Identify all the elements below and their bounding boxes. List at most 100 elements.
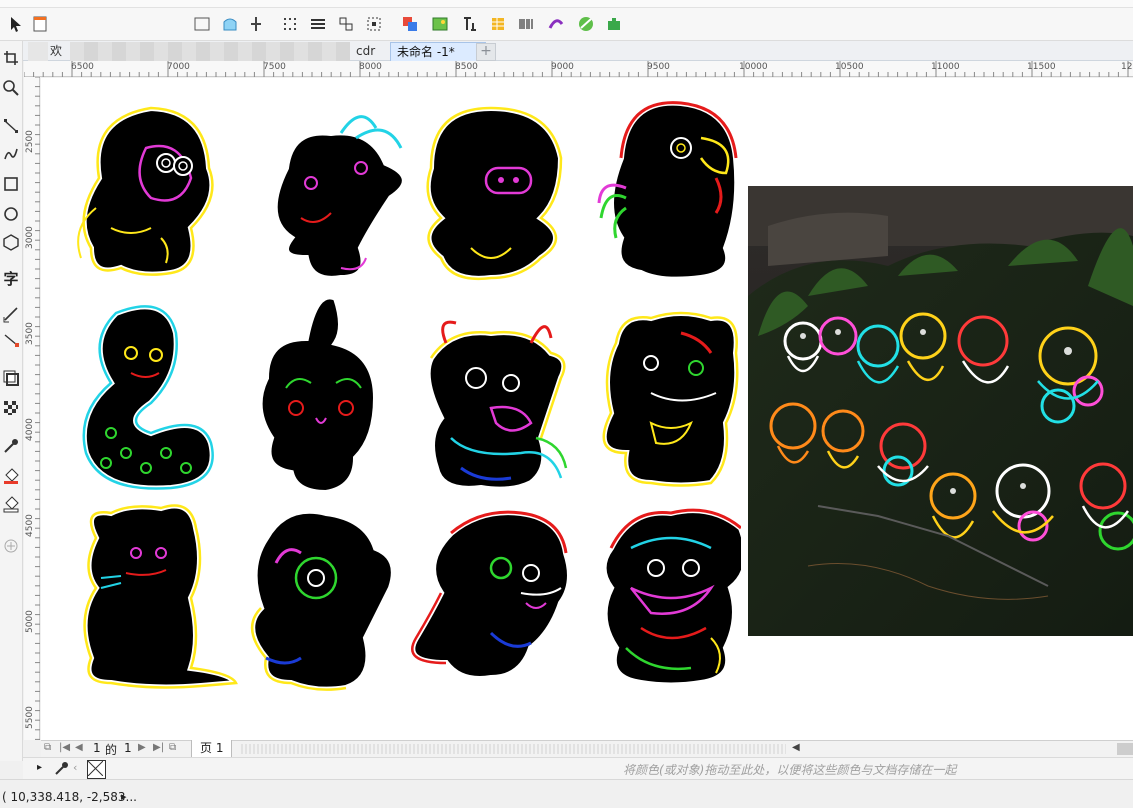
connector-icon[interactable] <box>544 12 568 36</box>
neon-zodiac-wall-photo[interactable] <box>748 186 1133 636</box>
ruler-label: 9000 <box>551 62 574 72</box>
page-tab[interactable]: 页 1 <box>191 740 233 758</box>
title-strip <box>0 0 1133 8</box>
connector-tool-icon[interactable] <box>0 329 22 351</box>
arrange-icon[interactable] <box>398 12 422 36</box>
crop-tool-icon[interactable] <box>0 47 22 69</box>
add-tab-button[interactable]: + <box>476 43 496 61</box>
page-navigator: ⧉ |◀ ◀ 1 的 1 ▶ ▶| ⧉ 页 1 <box>41 740 793 758</box>
align-lines-icon[interactable] <box>306 12 330 36</box>
ruler-label: 3500 <box>25 322 35 345</box>
scroll-thumb[interactable] <box>1117 743 1133 755</box>
tab-document-2[interactable]: cdr <box>350 42 381 61</box>
snap-grid-icon[interactable] <box>278 12 302 36</box>
document-tab-bar: 欢 cdr 未命名 -1* + <box>0 41 1133 62</box>
tab-untitled-1[interactable]: 未命名 -1* <box>390 42 486 62</box>
ruler-label: 8500 <box>455 62 478 72</box>
palette-expand-icon[interactable]: ▸ <box>37 762 42 773</box>
ox-figure[interactable] <box>424 320 568 493</box>
last-page-icon[interactable]: ▶| <box>153 742 164 753</box>
ruler-label: 3000 <box>25 226 35 249</box>
document-palette: ▸ ‹ 将颜色(或对象)拖动至此处，以便将这些颜色与文档存储在一起 <box>23 757 1133 779</box>
drawing-canvas[interactable] <box>41 78 1133 740</box>
barcode-icon[interactable] <box>514 12 538 36</box>
snake-figure[interactable] <box>80 303 216 492</box>
ruler-label: 8000 <box>359 62 382 72</box>
scroll-left-icon[interactable]: ◀ <box>792 742 800 753</box>
prev-page-icon[interactable]: ◀ <box>75 742 83 753</box>
import-icon[interactable] <box>190 12 214 36</box>
rabbit-figure[interactable] <box>256 293 380 497</box>
palette-hint: 将颜色(或对象)拖动至此处，以便将这些颜色与文档存储在一起 <box>623 763 957 777</box>
plugin-icon[interactable] <box>602 12 626 36</box>
dragon-figure[interactable] <box>600 507 742 689</box>
pick-tool-icon[interactable] <box>4 12 28 36</box>
ruler-label: 7000 <box>167 62 190 72</box>
monkey-figure[interactable] <box>77 104 216 278</box>
blurred-tab-area <box>70 42 350 61</box>
palette-scroll-left-icon[interactable]: ‹ <box>73 761 77 774</box>
tab-document-1[interactable]: 欢 <box>44 42 68 61</box>
ruler-ticks <box>35 77 40 740</box>
table-icon[interactable] <box>486 12 510 36</box>
rectangle-tool-icon[interactable] <box>0 173 22 195</box>
zodiac-artwork[interactable] <box>41 78 741 698</box>
eyedropper-tool-icon[interactable] <box>0 435 22 457</box>
rat-figure[interactable] <box>81 502 241 691</box>
ruler-label: 6500 <box>71 62 94 72</box>
cursor-coordinates: ( 10,338.418, -2,583... <box>2 790 137 804</box>
ruler-label: 11000 <box>931 62 960 72</box>
next-page-icon[interactable]: ▶ <box>138 742 146 753</box>
text-tool-icon[interactable]: 字 <box>0 267 22 289</box>
first-page-icon[interactable]: |◀ <box>59 742 70 753</box>
goat-figure[interactable] <box>271 115 408 282</box>
polygon-tool-icon[interactable] <box>0 231 22 253</box>
transform-icon[interactable] <box>362 12 386 36</box>
smart-fill-icon[interactable] <box>0 493 22 515</box>
ruler-label: 5000 <box>25 610 35 633</box>
new-document-icon[interactable] <box>28 12 52 36</box>
status-expand-icon[interactable]: ▸ <box>121 790 127 803</box>
export-icon[interactable] <box>218 12 242 36</box>
ruler-label: 4000 <box>25 418 35 441</box>
rooster-figure[interactable] <box>597 99 741 283</box>
horizontal-scrollbar[interactable]: ◀ <box>790 740 1133 757</box>
text-align-icon[interactable] <box>458 12 482 36</box>
palette-eyedropper-icon[interactable] <box>53 759 69 780</box>
zoom-tool-icon[interactable] <box>0 77 22 99</box>
pig-figure[interactable] <box>424 104 565 282</box>
current-page-number: 1 <box>93 741 101 755</box>
transparency-tool-icon[interactable] <box>0 397 22 419</box>
horizontal-ruler[interactable]: 6500 7000 7500 8000 8500 9000 9500 10000… <box>24 61 1133 77</box>
page-of-label: 的 <box>105 743 118 757</box>
insert-page-after-icon[interactable]: ⧉ <box>169 742 176 753</box>
group-icon[interactable] <box>334 12 358 36</box>
ruler-ticks <box>24 61 1129 77</box>
status-bar: ( 10,338.418, -2,583... ▸ <box>0 779 1133 808</box>
ruler-label: 10500 <box>835 62 864 72</box>
total-pages: 1 <box>124 741 132 755</box>
drop-shadow-tool-icon[interactable] <box>0 367 22 389</box>
ruler-label: 4500 <box>25 514 35 537</box>
vertical-ruler[interactable]: 2500 3000 3500 4000 4500 5000 5500 <box>24 77 40 740</box>
ruler-label: 2500 <box>25 130 35 153</box>
bitmap-icon[interactable] <box>428 12 452 36</box>
no-color-swatch[interactable] <box>87 760 106 779</box>
interactive-fill-icon[interactable] <box>0 465 22 487</box>
toolbox: 字 <box>0 41 23 761</box>
corel-globe-icon[interactable] <box>574 12 598 36</box>
tiger-figure[interactable] <box>600 310 741 489</box>
dimension-tool-icon[interactable] <box>0 303 22 325</box>
publish-icon[interactable] <box>244 12 268 36</box>
artistic-media-icon[interactable] <box>0 143 22 165</box>
ellipse-tool-icon[interactable] <box>0 203 22 225</box>
ruler-label: 11500 <box>1027 62 1056 72</box>
page-tab-scroll-area[interactable] <box>241 744 786 754</box>
freehand-tool-icon[interactable] <box>0 115 22 137</box>
dog-figure[interactable] <box>249 507 397 693</box>
ruler-label: 10000 <box>739 62 768 72</box>
horse-figure[interactable] <box>409 509 573 682</box>
ruler-label: 9500 <box>647 62 670 72</box>
add-tool-icon[interactable] <box>0 535 22 557</box>
insert-page-before-icon[interactable]: ⧉ <box>44 742 51 753</box>
